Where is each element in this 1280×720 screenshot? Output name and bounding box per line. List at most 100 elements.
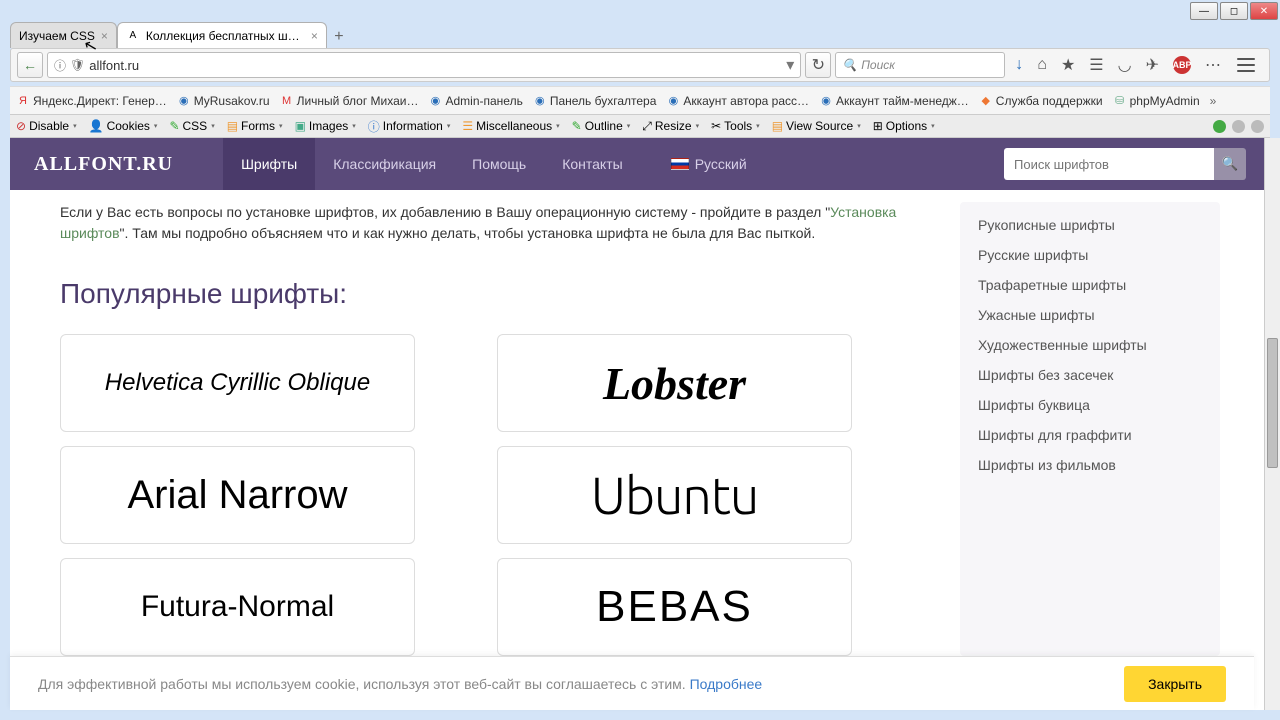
- close-icon[interactable]: ×: [311, 29, 318, 43]
- font-card[interactable]: Helvetica Cyrillic Oblique: [60, 334, 415, 432]
- address-bar[interactable]: ⓘ 🛡 ▾: [47, 52, 801, 78]
- tab-1[interactable]: Изучаем CSS ×: [10, 22, 117, 48]
- reading-list-icon[interactable]: ☰: [1089, 55, 1103, 75]
- close-icon[interactable]: ×: [101, 29, 108, 43]
- new-tab-button[interactable]: +: [327, 26, 351, 48]
- sidebar-item[interactable]: Трафаретные шрифты: [960, 270, 1220, 300]
- font-grid: Helvetica Cyrillic Oblique Lobster Arial…: [60, 334, 920, 656]
- url-input[interactable]: [89, 58, 782, 73]
- bookmark-item[interactable]: ◆Служба поддержки: [979, 94, 1103, 108]
- main-content: Если у Вас есть вопросы по установке шри…: [60, 202, 920, 656]
- sidebar-item[interactable]: Художественные шрифты: [960, 330, 1220, 360]
- bookmark-item[interactable]: ◉Admin-панель: [428, 94, 522, 108]
- back-button[interactable]: ←: [17, 52, 43, 78]
- dev-forms[interactable]: ▤Forms: [227, 119, 283, 133]
- overflow-icon[interactable]: ⋯: [1205, 55, 1221, 75]
- dev-disable[interactable]: ⊘Disable: [16, 119, 77, 133]
- dev-cookies[interactable]: 👤Cookies: [89, 119, 158, 133]
- cookie-text: Для эффективной работы мы используем coo…: [38, 676, 762, 692]
- sidebar: Рукописные шрифты Русские шрифты Трафаре…: [960, 202, 1220, 656]
- sidebar-item[interactable]: Шрифты из фильмов: [960, 450, 1220, 480]
- dev-misc[interactable]: ☰Miscellaneous: [462, 119, 559, 133]
- shield-icon[interactable]: 🛡: [70, 58, 85, 72]
- site-logo[interactable]: ALLFONT.RU: [34, 153, 173, 176]
- send-icon[interactable]: ✈: [1146, 55, 1159, 75]
- toolbar-icons: ↓ ⌂ ★ ☰ ◡ ✈ ABP ⋯: [1009, 55, 1263, 75]
- bookmark-item[interactable]: ЯЯндекс.Директ: Генер…: [16, 94, 167, 108]
- scroll-thumb[interactable]: [1267, 338, 1278, 468]
- dev-resize[interactable]: ⤢Resize: [642, 119, 699, 134]
- flag-icon: [671, 158, 689, 170]
- tab-title: Коллекция бесплатных шр…: [146, 29, 305, 43]
- cookie-link[interactable]: Подробнее: [690, 676, 763, 692]
- sidebar-item[interactable]: Ужасные шрифты: [960, 300, 1220, 330]
- bookmark-item[interactable]: ◉Аккаунт автора расс…: [666, 94, 809, 108]
- language-selector[interactable]: Русский: [671, 156, 747, 172]
- cookie-close-button[interactable]: Закрыть: [1124, 666, 1226, 702]
- close-button[interactable]: ✕: [1250, 2, 1278, 20]
- maximize-button[interactable]: ◻: [1220, 2, 1248, 20]
- dropdown-icon[interactable]: ▾: [786, 55, 794, 75]
- scrollbar[interactable]: [1264, 138, 1280, 710]
- bookmark-item[interactable]: ◉MyRusakov.ru: [177, 94, 270, 108]
- tab-title: Изучаем CSS: [19, 29, 95, 43]
- popular-fonts-heading: Популярные шрифты:: [60, 278, 920, 310]
- minimize-button[interactable]: —: [1190, 2, 1218, 20]
- nav-help[interactable]: Помощь: [454, 138, 544, 190]
- page-content: ALLFONT.RU Шрифты Классификация Помощь К…: [10, 138, 1270, 710]
- home-icon[interactable]: ⌂: [1037, 56, 1047, 74]
- dev-images[interactable]: ▣Images: [295, 119, 356, 133]
- font-card[interactable]: Futura-Normal: [60, 558, 415, 656]
- nav-fonts[interactable]: Шрифты: [223, 138, 315, 190]
- sidebar-item[interactable]: Шрифты без засечек: [960, 360, 1220, 390]
- bookmarks-bar: ЯЯндекс.Директ: Генер… ◉MyRusakov.ru МЛи…: [10, 86, 1270, 114]
- dev-view-source[interactable]: ▤View Source: [772, 119, 861, 133]
- site-info-icon[interactable]: ⓘ: [54, 57, 66, 74]
- browser-search[interactable]: 🔍 Поиск: [835, 52, 1005, 78]
- dev-options[interactable]: ⊞Options: [873, 119, 935, 133]
- abp-icon[interactable]: ABP: [1173, 56, 1191, 74]
- site-search-input[interactable]: [1004, 148, 1214, 180]
- window-controls: — ◻ ✕: [1188, 0, 1280, 22]
- bookmark-item[interactable]: ◉Аккаунт тайм-менедж…: [819, 94, 969, 108]
- bookmarks-overflow[interactable]: »: [1210, 94, 1217, 108]
- bookmark-item[interactable]: МЛичный блог Михаи…: [280, 94, 419, 108]
- cookie-banner: Для эффективной работы мы используем coo…: [10, 656, 1254, 710]
- dev-tools[interactable]: ✂Tools: [711, 119, 760, 133]
- sidebar-item[interactable]: Рукописные шрифты: [960, 210, 1220, 240]
- site-search: 🔍: [1004, 148, 1246, 180]
- pocket-icon[interactable]: ◡: [1118, 55, 1132, 75]
- tab-strip: Изучаем CSS × A Коллекция бесплатных шр……: [10, 20, 1270, 48]
- sidebar-item[interactable]: Русские шрифты: [960, 240, 1220, 270]
- developer-toolbar: ⊘Disable 👤Cookies ✎CSS ▤Forms ▣Images ⓘI…: [10, 114, 1270, 138]
- nav-classification[interactable]: Классификация: [315, 138, 454, 190]
- intro-paragraph: Если у Вас есть вопросы по установке шри…: [60, 202, 920, 244]
- site-search-button[interactable]: 🔍: [1214, 148, 1246, 180]
- menu-button[interactable]: [1235, 55, 1257, 75]
- status-dot-green[interactable]: [1213, 120, 1226, 133]
- font-card[interactable]: Arial Narrow: [60, 446, 415, 544]
- dev-css[interactable]: ✎CSS: [169, 119, 214, 133]
- bookmark-star-icon[interactable]: ★: [1061, 55, 1075, 75]
- sidebar-item[interactable]: Шрифты для граффити: [960, 420, 1220, 450]
- site-header: ALLFONT.RU Шрифты Классификация Помощь К…: [10, 138, 1270, 190]
- url-bar: ← ⓘ 🛡 ▾ ↻ 🔍 Поиск ↓ ⌂ ★ ☰ ◡ ✈ ABP ⋯: [10, 48, 1270, 82]
- dev-information[interactable]: ⓘInformation: [368, 118, 451, 135]
- favicon-icon: A: [126, 29, 140, 43]
- status-dot-grey2[interactable]: [1251, 120, 1264, 133]
- download-icon[interactable]: ↓: [1015, 56, 1023, 74]
- tab-2[interactable]: A Коллекция бесплатных шр… ×: [117, 22, 327, 48]
- status-dot-grey[interactable]: [1232, 120, 1245, 133]
- sidebar-item[interactable]: Шрифты буквица: [960, 390, 1220, 420]
- nav-contacts[interactable]: Контакты: [544, 138, 640, 190]
- bookmark-item[interactable]: ⛁phpMyAdmin: [1113, 94, 1200, 108]
- bookmark-item[interactable]: ◉Панель бухгалтера: [533, 94, 657, 108]
- font-card[interactable]: Ubuntu: [497, 446, 852, 544]
- dev-outline[interactable]: ✎Outline: [572, 119, 631, 133]
- search-icon: 🔍: [842, 58, 857, 72]
- site-nav: Шрифты Классификация Помощь Контакты: [223, 138, 641, 190]
- reload-button[interactable]: ↻: [805, 52, 831, 78]
- font-card[interactable]: Lobster: [497, 334, 852, 432]
- font-card[interactable]: BEBAS: [497, 558, 852, 656]
- search-placeholder: Поиск: [861, 58, 895, 72]
